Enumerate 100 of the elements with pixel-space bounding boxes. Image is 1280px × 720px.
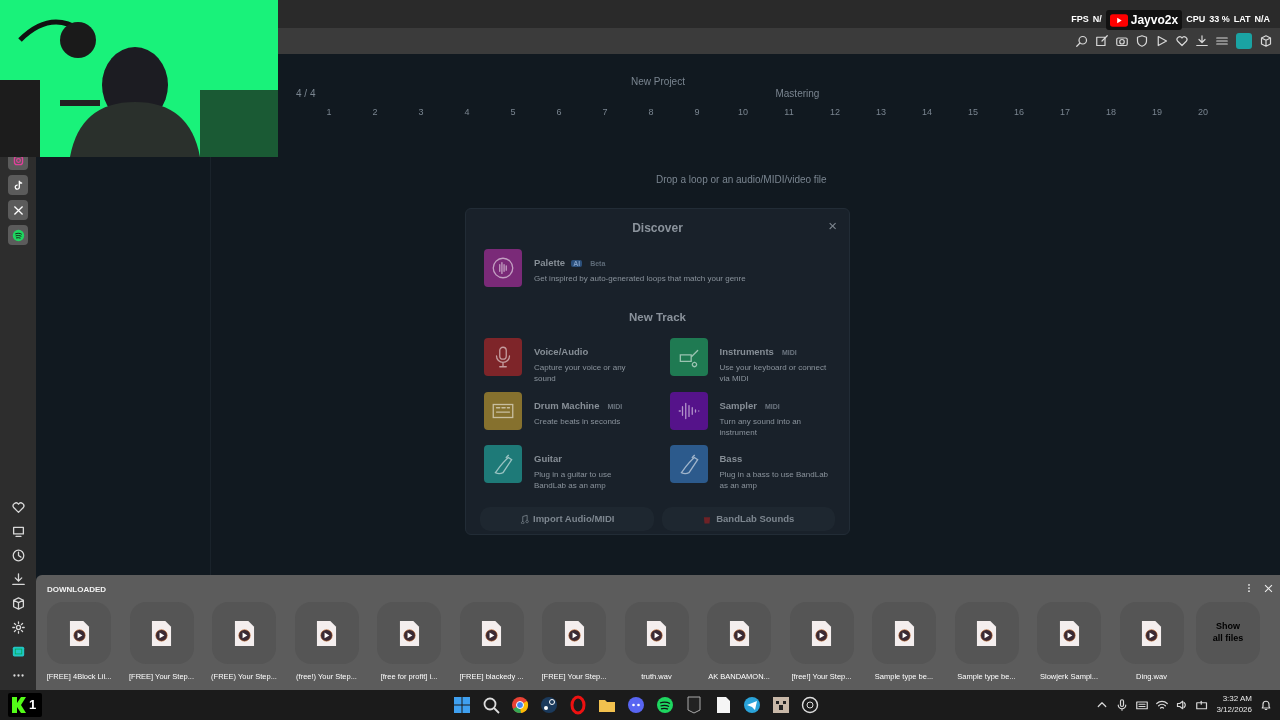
track-description: Use your keyboard or connect via MIDI: [719, 362, 828, 385]
ruler-number: 2: [371, 106, 379, 119]
time-signature[interactable]: 4 / 4: [296, 86, 316, 106]
aperture-icon[interactable]: [800, 695, 820, 715]
browser-icon[interactable]: [510, 695, 530, 715]
battery-icon[interactable]: [1196, 698, 1209, 711]
ruler-number: 19: [1151, 106, 1163, 119]
monitor-icon[interactable]: [11, 525, 25, 538]
clock-date[interactable]: 3/12/2026: [1216, 704, 1252, 716]
windows-start-icon[interactable]: [452, 695, 472, 715]
audio-file-icon: [316, 619, 337, 647]
cpu-label: CPU: [1186, 13, 1206, 27]
section-heading: New Track: [628, 310, 687, 325]
audio-file-icon: [1141, 619, 1162, 647]
dialog-title: Discover: [631, 220, 684, 237]
edit-icon[interactable]: [1096, 35, 1108, 47]
panel-title: DOWNLOADED: [47, 584, 107, 596]
track-description: Turn any sound into an instrument: [719, 415, 803, 438]
track-title[interactable]: Sampler: [719, 399, 757, 411]
paper-plane-icon[interactable]: [742, 695, 762, 715]
lat-value: N/A: [1254, 13, 1270, 27]
search-icon[interactable]: [481, 695, 501, 715]
notification-bell-icon[interactable]: [1260, 698, 1272, 711]
track-title[interactable]: Guitar: [534, 453, 562, 464]
microphone-icon[interactable]: [1116, 698, 1129, 711]
play-icon[interactable]: [1156, 35, 1168, 47]
ruler-number: 18: [1105, 106, 1117, 119]
audio-file-icon: [811, 619, 832, 647]
menu-icon[interactable]: [1216, 35, 1228, 47]
shield-logo-icon[interactable]: [684, 695, 704, 715]
import-button[interactable]: Import Audio/MIDI: [480, 507, 654, 532]
track-description: Plug in a bass to use BandLab as an amp: [719, 469, 830, 492]
ruler-number: 6: [555, 106, 563, 119]
close-button[interactable]: ×: [828, 215, 837, 238]
ruler-number: 12: [829, 106, 841, 119]
project-title: New Project: [631, 76, 685, 87]
clock-icon[interactable]: [11, 549, 25, 562]
desktop-number: 1: [29, 696, 37, 715]
track-title[interactable]: Palette: [534, 257, 566, 268]
ruler-number: 20: [1197, 106, 1209, 119]
block-face-icon[interactable]: [771, 695, 791, 715]
camera-icon[interactable]: [1116, 35, 1128, 47]
search-icon[interactable]: [1076, 35, 1088, 47]
sidebar-panel-icon[interactable]: [11, 645, 25, 658]
audio-file-icon: [728, 619, 750, 647]
ruler-number: 14: [921, 106, 933, 119]
k-logo-icon[interactable]: [11, 696, 27, 714]
download-icon[interactable]: [1196, 35, 1208, 47]
drop-hint: Drop a loop or an audio/MIDI/video file: [656, 173, 827, 187]
cube-icon[interactable]: [11, 597, 25, 610]
ruler-number: 8: [647, 106, 655, 119]
download-icon[interactable]: [11, 573, 25, 586]
wifi-icon[interactable]: [1156, 698, 1169, 711]
track-description: Create beats in seconds: [534, 415, 622, 427]
lat-label: LAT: [1233, 13, 1251, 27]
audio-file-icon: [976, 619, 997, 647]
speaker-icon[interactable]: [1176, 698, 1189, 711]
ruler-number: 4: [463, 106, 471, 119]
close-icon[interactable]: [1263, 583, 1274, 594]
ruler-number: 13: [875, 106, 887, 119]
audio-file-icon: [646, 619, 667, 647]
audio-file-icon: [1058, 619, 1080, 647]
audio-file-icon: [233, 619, 255, 647]
ruler-number: 3: [417, 106, 425, 119]
audio-file-icon: [481, 619, 502, 647]
play-icon: [1109, 13, 1128, 27]
shield-icon[interactable]: [1136, 35, 1148, 47]
heart-icon[interactable]: [11, 501, 25, 514]
settings-icon[interactable]: [11, 621, 25, 634]
cube-icon[interactable]: [1260, 35, 1272, 47]
ruler-number: 10: [737, 106, 749, 119]
ruler-number: 7: [601, 106, 609, 119]
clock-time[interactable]: 3:32 AM: [1216, 694, 1252, 705]
audio-file-icon: [893, 619, 915, 647]
x-icon[interactable]: [11, 203, 25, 217]
mastering-button[interactable]: Mastering: [775, 86, 820, 106]
track-title[interactable]: Drum Machine: [534, 399, 600, 411]
ruler-number: 15: [967, 106, 979, 119]
ruler-number: 9: [693, 106, 701, 119]
sound-waves-icon[interactable]: [11, 228, 25, 242]
audio-file-icon: [398, 619, 420, 647]
sound-waves-icon[interactable]: [655, 695, 675, 715]
track-description: Capture your voice or any sound: [534, 362, 627, 385]
sounds-button[interactable]: BandLab Sounds: [661, 507, 835, 532]
chat-icon[interactable]: [626, 695, 646, 715]
heart-icon[interactable]: [1176, 35, 1188, 47]
audio-file-icon: [68, 619, 90, 647]
track-title[interactable]: Instruments: [719, 346, 774, 358]
keyboard-icon[interactable]: [1136, 698, 1149, 711]
track-description: Plug in a guitar to use BandLab as an amp: [534, 469, 613, 492]
fps-value: N/: [1092, 13, 1102, 27]
music-note-icon: [519, 514, 529, 525]
o-ring-icon[interactable]: [568, 695, 588, 715]
game-store-icon[interactable]: [539, 695, 559, 715]
audio-file-icon: [151, 619, 172, 647]
sound-waves-icon: [490, 255, 516, 281]
track-title[interactable]: Voice/Audio: [534, 346, 589, 358]
ruler-number: 5: [509, 106, 517, 119]
track-title[interactable]: Bass: [719, 453, 743, 464]
bag-icon: [702, 514, 713, 525]
